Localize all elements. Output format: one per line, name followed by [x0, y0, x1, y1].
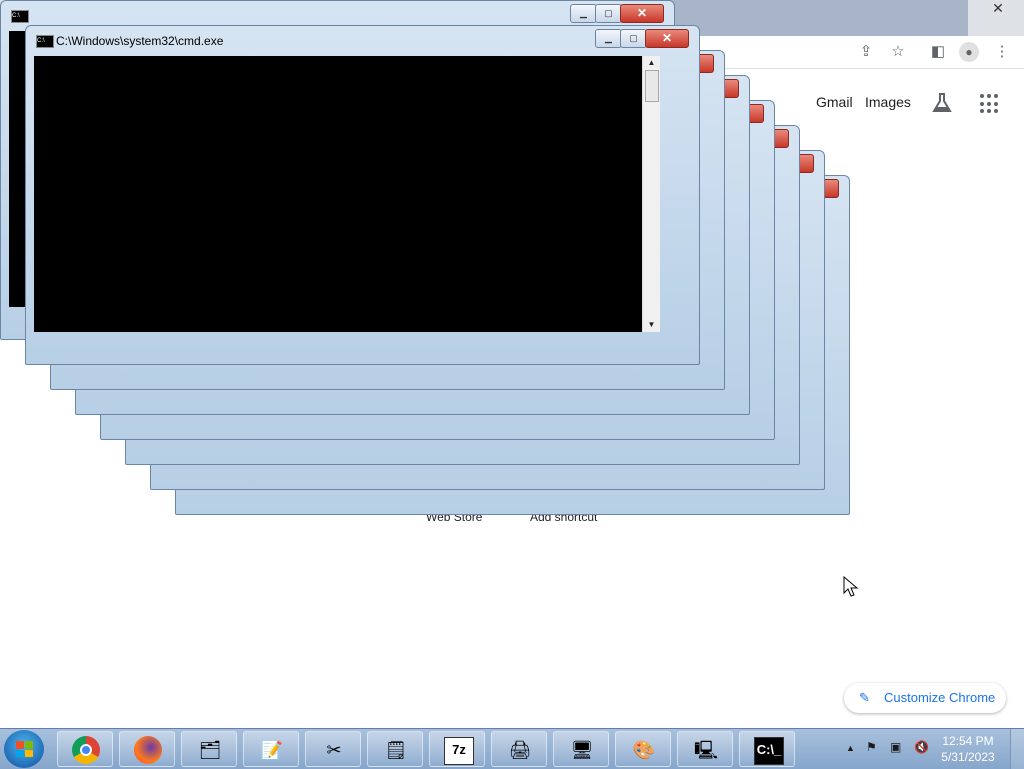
taskbar-button-notepad[interactable]: 📝	[243, 731, 299, 767]
cmd-window-title: C:\Windows\system32\cmd.exe	[56, 34, 224, 48]
taskbar-button-printer[interactable]: 🖨	[491, 731, 547, 767]
maximize-button[interactable]: ▢	[595, 4, 622, 23]
profile-avatar-icon[interactable]: ●	[959, 42, 979, 62]
cmd-icon: C:\_	[754, 737, 784, 765]
taskbar-button-firefox[interactable]	[119, 731, 175, 767]
taskbar-button-snipping-tool[interactable]: ✂	[305, 731, 361, 767]
scroll-down-arrow-icon[interactable]: ▼	[643, 318, 660, 332]
taskbar-button-paint[interactable]: 🎨	[615, 731, 671, 767]
side-panel-icon[interactable]: ◧	[928, 42, 948, 62]
cmd-title-bar[interactable]: C:\ ▁ ▢ ✕ C:\Windows\system32\cmd.exe	[26, 26, 699, 54]
volume-muted-icon[interactable]: 🔇	[914, 740, 929, 754]
chrome-icon	[72, 736, 100, 764]
clock-date: 5/31/2023	[941, 750, 995, 764]
scroll-thumb[interactable]	[645, 70, 659, 102]
cmd-console-area[interactable]	[34, 56, 642, 332]
start-button[interactable]	[4, 730, 44, 768]
google-apps-icon[interactable]	[980, 94, 1000, 114]
taskbar-button-control-panel[interactable]: 🖥	[553, 731, 609, 767]
remote-desktop-icon: 🖳	[693, 740, 718, 760]
close-button[interactable]: ✕	[620, 4, 664, 23]
pencil-icon: ✎	[859, 690, 870, 705]
close-button[interactable]: ✕	[645, 29, 689, 48]
gmail-link[interactable]: Gmail	[816, 94, 853, 110]
scroll-up-arrow-icon[interactable]: ▲	[643, 56, 660, 70]
taskbar-button-explorer[interactable]: 🗂	[181, 731, 237, 767]
bookmark-star-icon[interactable]: ☆	[888, 42, 908, 62]
chrome-menu-icon[interactable]: ⋮	[992, 42, 1012, 62]
cmd-scrollbar[interactable]: ▲ ▼	[642, 56, 660, 332]
chrome-close-button[interactable]: ✕	[984, 0, 1012, 16]
clock-time: 12:54 PM	[942, 734, 994, 748]
taskbar-button-remote-desktop[interactable]: 🖳	[677, 731, 733, 767]
control-panel-icon: 🖥	[570, 740, 594, 760]
minimize-button[interactable]: ▁	[570, 4, 597, 23]
notepad-icon: 📝	[260, 740, 284, 760]
snipping-tool-icon: ✂	[326, 740, 342, 760]
network-icon[interactable]: ▣	[890, 740, 901, 754]
clock[interactable]: 12:54 PM 5/31/2023	[938, 733, 998, 765]
taskbar: 🗂 📝 ✂ 🗒 7z 🖨 🖥 🎨 🖳 C:\_ ▲ ⚑ ▣ 🔇 12:54 PM 5/31/202…	[0, 728, 1024, 769]
cmd-window-icon: C:\	[36, 35, 54, 48]
taskbar-button-cmd[interactable]: C:\_	[739, 731, 795, 767]
action-center-flag-icon[interactable]: ⚑	[866, 740, 877, 754]
labs-flask-icon[interactable]	[931, 92, 953, 114]
sticky-notes-icon: 🗒	[384, 740, 408, 760]
maximize-button[interactable]: ▢	[620, 29, 647, 48]
taskbar-button-chrome[interactable]	[57, 731, 113, 767]
windows-logo-icon	[16, 741, 33, 757]
mouse-cursor-icon	[843, 576, 859, 597]
chrome-title-area	[660, 0, 968, 40]
images-link[interactable]: Images	[865, 94, 911, 110]
paint-icon: 🎨	[632, 740, 656, 760]
cmd-window[interactable]: C:\ ▁ ▢ ✕ C:\Windows\system32\cmd.exe ▲ …	[25, 25, 700, 365]
minimize-button[interactable]: ▁	[595, 29, 622, 48]
customize-chrome-button[interactable]: ✎ Customize Chrome	[844, 683, 1006, 713]
7zip-icon: 7z	[444, 737, 474, 765]
taskbar-button-sticky-notes[interactable]: 🗒	[367, 731, 423, 767]
printer-icon: 🖨	[508, 740, 532, 760]
share-icon[interactable]: ⇪	[856, 42, 876, 62]
explorer-icon: 🗂	[198, 740, 222, 760]
cmd-window-icon: C:\	[11, 10, 29, 23]
show-desktop-button[interactable]	[1010, 729, 1024, 769]
firefox-icon	[134, 736, 162, 764]
tray-overflow-icon[interactable]: ▲	[846, 743, 855, 753]
customize-chrome-label: Customize Chrome	[884, 690, 996, 705]
taskbar-button-7zip[interactable]: 7z	[429, 731, 485, 767]
